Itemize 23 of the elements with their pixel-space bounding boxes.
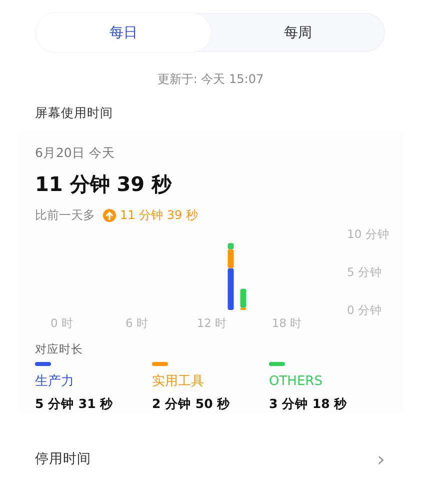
axis-label: 5 分钟	[347, 265, 382, 279]
total-time: 11 分钟 39 秒	[35, 171, 173, 198]
axis-label: 0 分钟	[347, 303, 382, 317]
legend-title: 对应时长	[35, 342, 84, 357]
category-duration: 5 分钟 31 秒	[35, 396, 114, 413]
tab[interactable]: 每周	[210, 13, 385, 52]
update-time: 更新于: 今天 15:07	[156, 71, 265, 88]
axis-label: 0 时	[50, 316, 74, 330]
downtime-row[interactable]: 停用时间 ›	[35, 447, 385, 471]
axis-label: 6 时	[126, 316, 148, 330]
tab[interactable]: 每日	[36, 13, 210, 52]
comparison-label: 比前一天多	[35, 207, 95, 224]
category-duration: 3 分钟 18 秒	[269, 396, 348, 413]
date-label: 6月20日 今天	[35, 145, 116, 162]
category-name: 实用工具	[152, 373, 205, 391]
category-duration: 2 分钟 50 秒	[152, 396, 232, 413]
axis-label: 18 时	[272, 316, 302, 330]
axis-label: 10 分钟	[347, 227, 390, 241]
comparison-amount: 11 分钟 39 秒	[120, 207, 198, 224]
category-name: 生产力	[35, 373, 75, 391]
category-name: OTHERS	[269, 373, 324, 391]
axis-label: 12 时	[196, 316, 228, 330]
section-title: 屏幕使用时间	[35, 105, 114, 122]
